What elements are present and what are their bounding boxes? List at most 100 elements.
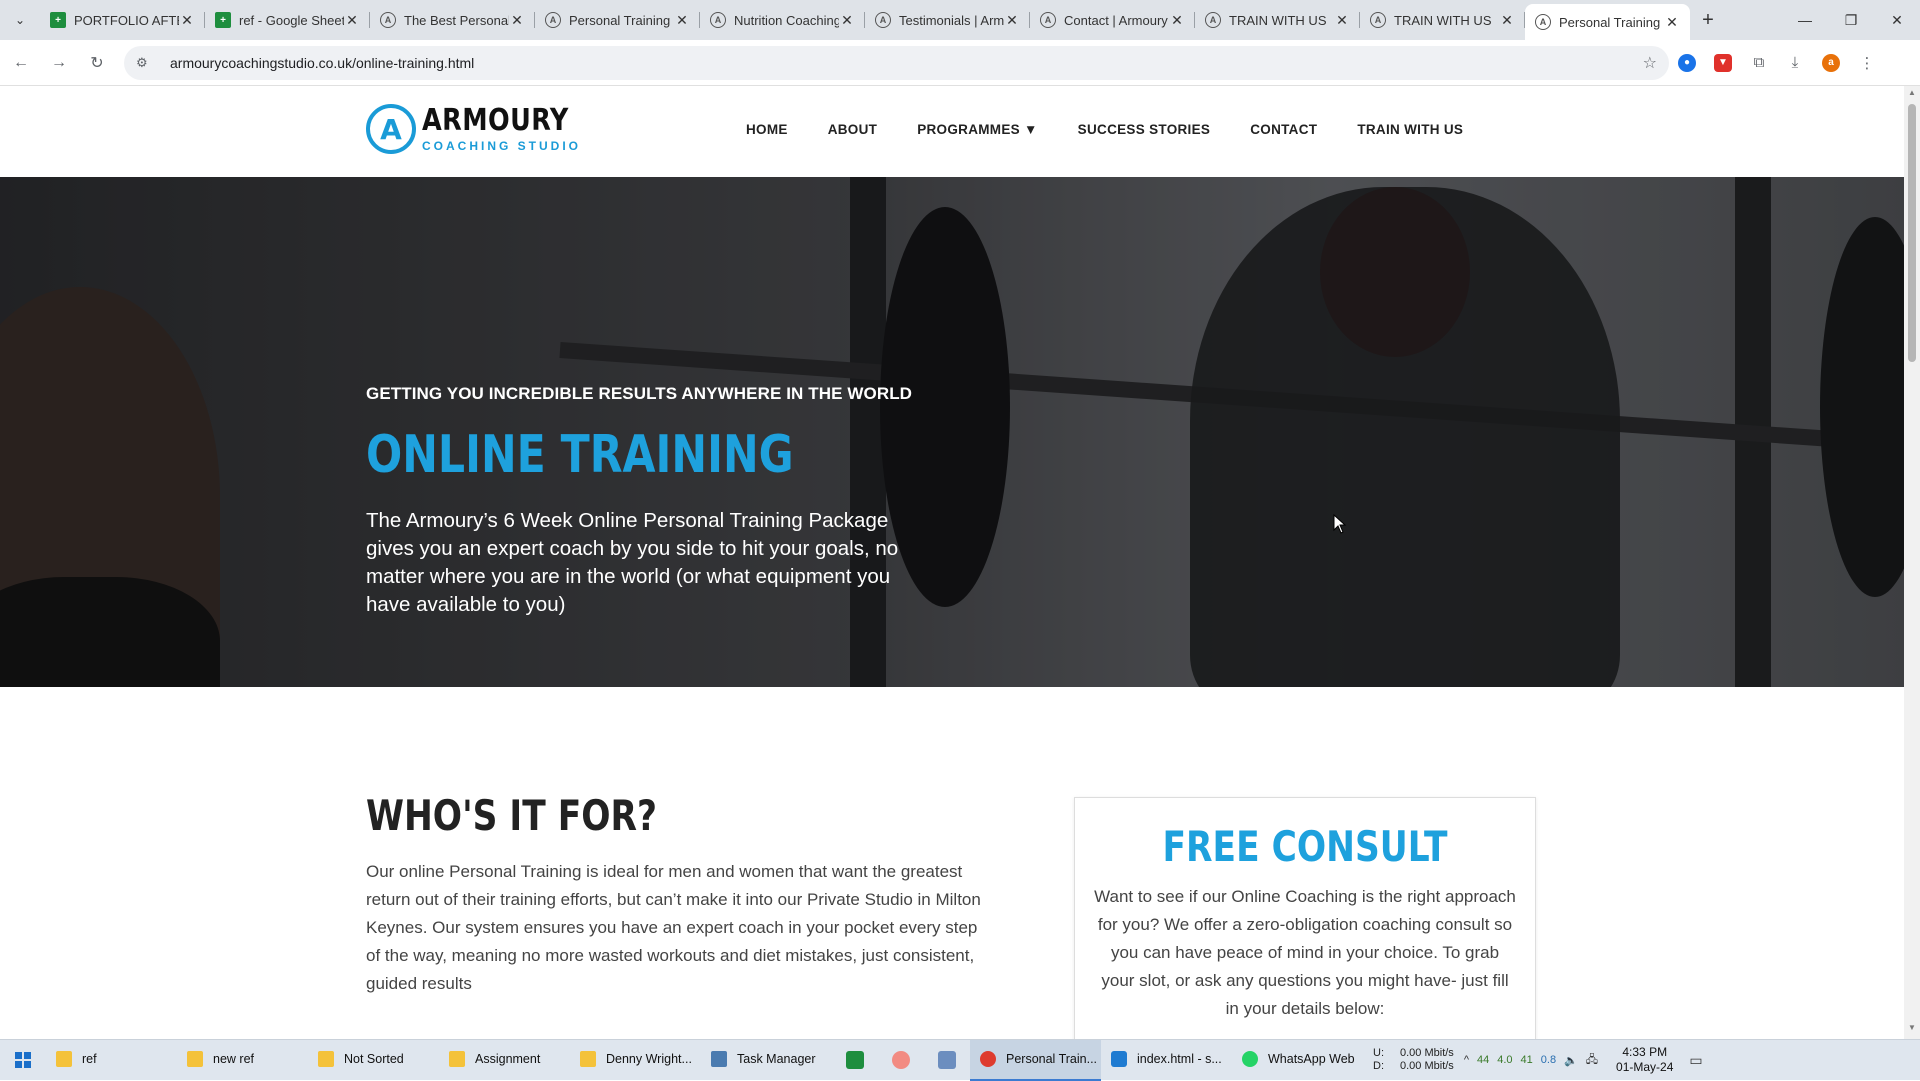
upload-speed: 0.00 Mbit/s bbox=[1400, 1047, 1454, 1059]
extensions-puzzle-icon[interactable]: ⧉ bbox=[1741, 46, 1777, 80]
close-icon[interactable]: ✕ bbox=[674, 12, 690, 29]
tab[interactable]: A TRAIN WITH US ✕ bbox=[1360, 0, 1525, 40]
tab-title: TRAIN WITH US bbox=[1394, 12, 1492, 28]
taskbar-item[interactable]: Denny Wright... bbox=[570, 1040, 701, 1081]
download-icon[interactable]: ⤓ bbox=[1777, 46, 1813, 80]
taskbar-label: Personal Train... bbox=[1006, 1052, 1098, 1066]
tray-value: 44 bbox=[1476, 1054, 1490, 1066]
tab[interactable]: + PORTFOLIO AFTER ✕ bbox=[40, 0, 205, 40]
extension-icon[interactable]: ▼ bbox=[1705, 46, 1741, 80]
new-tab-button[interactable]: + bbox=[1690, 0, 1726, 40]
folder-icon bbox=[56, 1051, 72, 1067]
logo-brand: ARMOURY bbox=[422, 103, 569, 138]
taskbar-label: new ref bbox=[213, 1052, 254, 1066]
page-scrollbar[interactable]: ▲ ▼ bbox=[1904, 86, 1920, 1039]
tray-value: 4.0 bbox=[1497, 1054, 1513, 1066]
chrome-icon bbox=[980, 1051, 996, 1067]
taskbar-item[interactable]: WhatsApp Web bbox=[1232, 1040, 1363, 1081]
taskbar-item[interactable]: Assignment bbox=[439, 1040, 570, 1081]
site-info-icon[interactable]: ⚙ bbox=[136, 55, 158, 71]
armoury-icon: A bbox=[380, 12, 396, 28]
tab-strip: ⌄ + PORTFOLIO AFTER ✕ + ref - Google She… bbox=[0, 0, 1920, 40]
menu-kebab-icon[interactable]: ⋮ bbox=[1849, 46, 1885, 80]
tab[interactable]: A Contact | Armoury ✕ bbox=[1030, 0, 1195, 40]
start-button[interactable] bbox=[0, 1040, 46, 1081]
window-close-icon[interactable]: ✕ bbox=[1874, 0, 1920, 40]
minimize-icon[interactable]: — bbox=[1782, 0, 1828, 40]
volume-icon[interactable]: 🔈 bbox=[1564, 1054, 1578, 1067]
close-icon[interactable]: ✕ bbox=[344, 12, 360, 29]
armoury-icon: A bbox=[1370, 12, 1386, 28]
notification-icon[interactable]: ▭ bbox=[1689, 1052, 1702, 1069]
taskbar-item[interactable] bbox=[924, 1040, 970, 1081]
network-icon[interactable]: 🖧 bbox=[1586, 1051, 1598, 1070]
taskbar-item[interactable]: ref bbox=[46, 1040, 177, 1081]
close-icon[interactable]: ✕ bbox=[1664, 14, 1680, 31]
reload-icon[interactable]: ↻ bbox=[80, 46, 114, 80]
tab[interactable]: A Nutrition Coaching ✕ bbox=[700, 0, 865, 40]
taskbar-item[interactable]: index.html - s... bbox=[1101, 1040, 1232, 1081]
page-viewport: A ARMOURY COACHING STUDIO HOME ABOUT PRO… bbox=[0, 86, 1904, 1039]
armoury-icon: A bbox=[1040, 12, 1056, 28]
close-icon[interactable]: ✕ bbox=[1004, 12, 1020, 29]
close-icon[interactable]: ✕ bbox=[1499, 12, 1515, 29]
consult-body: Want to see if our Online Coaching is th… bbox=[1094, 887, 1516, 1018]
close-icon[interactable]: ✕ bbox=[1334, 12, 1350, 29]
extension-icon[interactable]: ● bbox=[1669, 46, 1705, 80]
hero-kicker: GETTING YOU INCREDIBLE RESULTS ANYWHERE … bbox=[366, 384, 913, 403]
tab[interactable]: A The Best Personal ✕ bbox=[370, 0, 535, 40]
nav-home[interactable]: HOME bbox=[746, 122, 788, 137]
whatsapp-icon bbox=[1242, 1051, 1258, 1067]
windows-taskbar: ref new ref Not Sorted Assignment Denny … bbox=[0, 1039, 1920, 1081]
folder-icon bbox=[580, 1051, 596, 1067]
nav-about[interactable]: ABOUT bbox=[828, 122, 878, 137]
system-clock[interactable]: 4:33 PM 01-May-24 bbox=[1616, 1045, 1673, 1075]
restore-icon[interactable]: ❐ bbox=[1828, 0, 1874, 40]
profile-avatar[interactable]: a bbox=[1813, 46, 1849, 80]
close-icon[interactable]: ✕ bbox=[839, 12, 855, 29]
taskbar-item-active[interactable]: Personal Train... bbox=[970, 1039, 1101, 1081]
tab[interactable]: A Personal Training ✕ bbox=[535, 0, 700, 40]
url-text[interactable]: armourycoachingstudio.co.uk/online-train… bbox=[170, 55, 1643, 71]
taskbar-item[interactable]: new ref bbox=[177, 1040, 308, 1081]
app-icon bbox=[892, 1051, 910, 1069]
nav-train-with-us[interactable]: TRAIN WITH US bbox=[1357, 122, 1463, 137]
tray-value: 0.8 bbox=[1540, 1054, 1557, 1066]
tab[interactable]: A Testimonials | Arm ✕ bbox=[865, 0, 1030, 40]
taskbar-item[interactable]: Task Manager bbox=[701, 1040, 832, 1081]
tab-search-icon[interactable]: ⌄ bbox=[0, 0, 40, 40]
clock-date: 01-May-24 bbox=[1616, 1060, 1674, 1074]
close-icon[interactable]: ✕ bbox=[509, 12, 525, 29]
taskbar-label: Not Sorted bbox=[344, 1052, 404, 1066]
close-icon[interactable]: ✕ bbox=[1169, 12, 1185, 29]
nav-contact[interactable]: CONTACT bbox=[1250, 122, 1317, 137]
hero-lead: The Armoury’s 6 Week Online Personal Tra… bbox=[366, 509, 899, 616]
scroll-down-icon[interactable]: ▼ bbox=[1904, 1023, 1920, 1037]
address-bar[interactable]: ⚙ armourycoachingstudio.co.uk/online-tra… bbox=[124, 45, 1669, 80]
taskbar-label: ref bbox=[82, 1052, 97, 1066]
hero-title: ONLINE TRAINING bbox=[366, 425, 794, 485]
armoury-icon: A bbox=[1535, 14, 1551, 30]
window-controls: — ❐ ✕ bbox=[1782, 0, 1920, 40]
taskbar-item[interactable]: Not Sorted bbox=[308, 1040, 439, 1081]
tab-active[interactable]: A Personal Training ✕ bbox=[1525, 4, 1690, 40]
hero-banner: GETTING YOU INCREDIBLE RESULTS ANYWHERE … bbox=[0, 177, 1904, 687]
bookmark-star-icon[interactable]: ☆ bbox=[1643, 53, 1657, 73]
back-icon[interactable]: ← bbox=[4, 46, 38, 80]
taskbar-item[interactable] bbox=[832, 1040, 878, 1081]
folder-icon bbox=[187, 1051, 203, 1067]
nav-success-stories[interactable]: SUCCESS STORIES bbox=[1078, 122, 1211, 137]
scroll-up-icon[interactable]: ▲ bbox=[1904, 88, 1920, 102]
taskbar-item[interactable] bbox=[878, 1040, 924, 1081]
scrollbar-thumb[interactable] bbox=[1908, 104, 1916, 362]
tab-title: Nutrition Coaching bbox=[734, 12, 839, 28]
site-logo[interactable]: A ARMOURY COACHING STUDIO bbox=[366, 104, 595, 154]
taskbar-label: Assignment bbox=[475, 1052, 541, 1066]
tab[interactable]: A TRAIN WITH US ✕ bbox=[1195, 0, 1360, 40]
tray-chevron-icon[interactable]: ^ bbox=[1464, 1054, 1469, 1066]
tab[interactable]: + ref - Google Sheets ✕ bbox=[205, 0, 370, 40]
forward-icon[interactable]: → bbox=[42, 46, 76, 80]
close-icon[interactable]: ✕ bbox=[179, 12, 195, 29]
tray-value: 41 bbox=[1520, 1054, 1533, 1066]
nav-programmes[interactable]: PROGRAMMES ▼ bbox=[917, 122, 1037, 137]
